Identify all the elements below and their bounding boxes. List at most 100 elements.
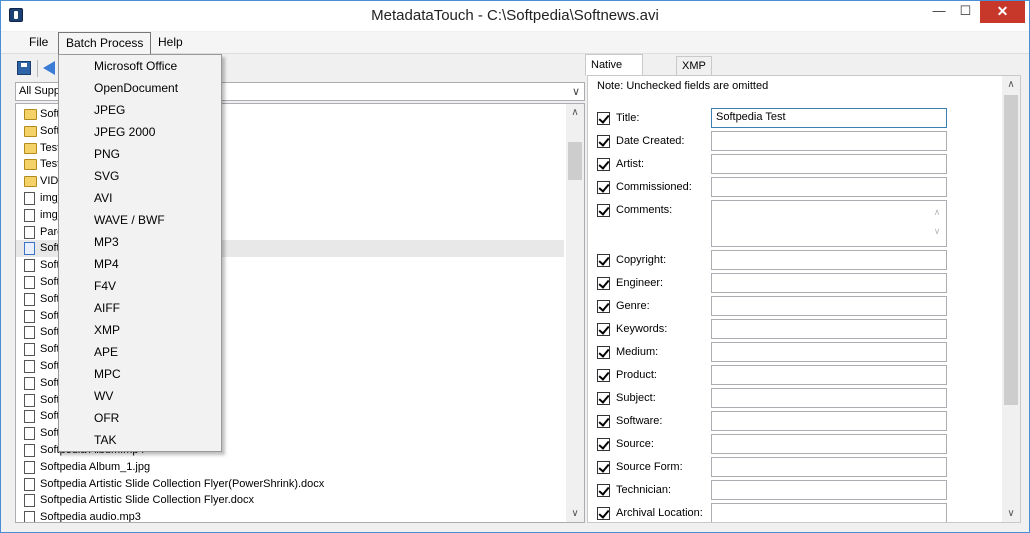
toolbar-separator <box>37 60 38 77</box>
field-input[interactable] <box>711 177 947 197</box>
back-arrow-icon[interactable] <box>43 61 55 75</box>
field-input[interactable] <box>711 434 947 454</box>
document-icon <box>24 225 35 239</box>
menu-batch-process[interactable]: Batch Process <box>58 32 152 54</box>
field-input[interactable]: ∧ ∨ <box>711 200 947 247</box>
batch-menu-item[interactable]: OFR <box>59 407 221 429</box>
batch-menu-item[interactable]: JPEG <box>59 99 221 121</box>
tab-xmp[interactable]: XMP <box>676 56 712 76</box>
include-field-checkbox[interactable] <box>597 438 610 451</box>
save-icon[interactable] <box>17 61 31 75</box>
field-label: Comments: <box>616 204 673 216</box>
batch-process-menu: Microsoft Office OpenDocument JPEG JPEG 200… <box>58 54 222 452</box>
file-list-item[interactable]: Softpedia Artistic Slide Collection Flye… <box>16 476 564 493</box>
chevron-down-icon[interactable]: ∨ <box>572 83 580 102</box>
document-icon <box>24 259 35 273</box>
batch-menu-item[interactable]: MP3 <box>59 231 221 253</box>
field-label: Artist: <box>616 158 645 170</box>
scroll-up-icon[interactable]: ∧ <box>566 104 584 121</box>
field-input[interactable] <box>711 342 947 362</box>
include-field-checkbox[interactable] <box>597 300 610 313</box>
include-field-checkbox[interactable] <box>597 346 610 359</box>
field-input[interactable] <box>711 411 947 431</box>
field-input[interactable] <box>711 273 947 293</box>
batch-menu-item[interactable]: SVG <box>59 165 221 187</box>
include-field-checkbox[interactable] <box>597 461 610 474</box>
field-label: Software: <box>616 415 663 427</box>
batch-menu-item[interactable]: PNG <box>59 143 221 165</box>
field-input[interactable] <box>711 250 947 270</box>
field-input[interactable] <box>711 388 947 408</box>
field-input[interactable] <box>711 296 947 316</box>
field-input[interactable] <box>711 365 947 385</box>
field-label: Technician: <box>616 484 672 496</box>
batch-menu-item[interactable]: XMP <box>59 319 221 341</box>
file-list-item[interactable]: Softpedia Artistic Slide Collection Flye… <box>16 492 564 509</box>
comments-scrollbar[interactable]: ∧ ∨ <box>930 203 944 244</box>
include-field-checkbox[interactable] <box>597 135 610 148</box>
include-field-checkbox[interactable] <box>597 369 610 382</box>
scroll-thumb[interactable] <box>568 142 582 180</box>
batch-menu-item[interactable]: AIFF <box>59 297 221 319</box>
minimize-icon: — <box>932 3 946 18</box>
document-icon <box>24 494 35 508</box>
document-icon <box>24 427 35 441</box>
include-field-checkbox[interactable] <box>597 415 610 428</box>
metadata-field-row: Comments: ∧ ∨ <box>588 200 1002 247</box>
include-field-checkbox[interactable] <box>597 484 610 497</box>
batch-menu-item[interactable]: JPEG 2000 <box>59 121 221 143</box>
menu-help[interactable]: Help <box>151 32 190 54</box>
scroll-thumb[interactable] <box>1004 95 1018 405</box>
batch-menu-item[interactable]: OpenDocument <box>59 77 221 99</box>
include-field-checkbox[interactable] <box>597 392 610 405</box>
include-field-checkbox[interactable] <box>597 323 610 336</box>
field-input[interactable] <box>711 503 947 522</box>
close-icon: ✕ <box>996 3 1009 19</box>
file-list-scrollbar[interactable]: ∧ ∨ <box>566 104 584 522</box>
file-list-item[interactable]: Softpedia audio.mp3 <box>16 509 564 522</box>
batch-menu-item[interactable]: WV <box>59 385 221 407</box>
window-title: MetadataTouch - C:\Softpedia\Softnews.av… <box>371 7 659 24</box>
include-field-checkbox[interactable] <box>597 158 610 171</box>
document-icon <box>24 393 35 407</box>
field-input[interactable] <box>711 319 947 339</box>
metadata-field-row: Subject: <box>588 388 1002 410</box>
scroll-down-icon[interactable]: ∨ <box>1002 505 1020 522</box>
menu-file[interactable]: File <box>22 32 55 54</box>
include-field-checkbox[interactable] <box>597 112 610 125</box>
batch-menu-item[interactable]: MPC <box>59 363 221 385</box>
field-input[interactable] <box>711 457 947 477</box>
batch-menu-item[interactable]: WAVE / BWF <box>59 209 221 231</box>
include-field-checkbox[interactable] <box>597 277 610 290</box>
field-input[interactable] <box>711 131 947 151</box>
include-field-checkbox[interactable] <box>597 254 610 267</box>
field-input[interactable] <box>711 154 947 174</box>
batch-menu-item[interactable]: MP4 <box>59 253 221 275</box>
include-field-checkbox[interactable] <box>597 204 610 217</box>
document-icon <box>24 208 35 222</box>
minimize-button[interactable]: — <box>926 1 952 23</box>
metadata-scrollbar[interactable]: ∧ ∨ <box>1002 76 1020 522</box>
scroll-up-icon[interactable]: ∧ <box>1002 76 1020 93</box>
metadata-field-row: Keywords: <box>588 319 1002 341</box>
title-bar: MetadataTouch - C:\Softpedia\Softnews.av… <box>1 1 1029 31</box>
scroll-down-icon[interactable]: ∨ <box>566 505 584 522</box>
main-window: MetadataTouch - C:\Softpedia\Softnews.av… <box>0 0 1030 533</box>
toolbar <box>13 57 63 79</box>
batch-menu-item[interactable]: Microsoft Office <box>59 55 221 77</box>
batch-menu-item[interactable]: TAK <box>59 429 221 451</box>
close-button[interactable]: ✕ <box>980 1 1025 23</box>
field-input[interactable]: Softpedia Test <box>711 108 947 128</box>
batch-menu-item[interactable]: APE <box>59 341 221 363</box>
metadata-field-row: Archival Location: <box>588 503 1002 522</box>
field-label: Engineer: <box>616 277 664 289</box>
field-input[interactable] <box>711 480 947 500</box>
batch-menu-item[interactable]: AVI <box>59 187 221 209</box>
include-field-checkbox[interactable] <box>597 181 610 194</box>
maximize-button[interactable]: ☐ <box>952 1 979 23</box>
batch-menu-item[interactable]: F4V <box>59 275 221 297</box>
file-list-item[interactable]: Softpedia Album_1.jpg <box>16 459 564 476</box>
field-value: Softpedia Test <box>716 111 786 123</box>
include-field-checkbox[interactable] <box>597 507 610 520</box>
tab-native-metadata[interactable]: Native Metadata <box>585 54 643 92</box>
